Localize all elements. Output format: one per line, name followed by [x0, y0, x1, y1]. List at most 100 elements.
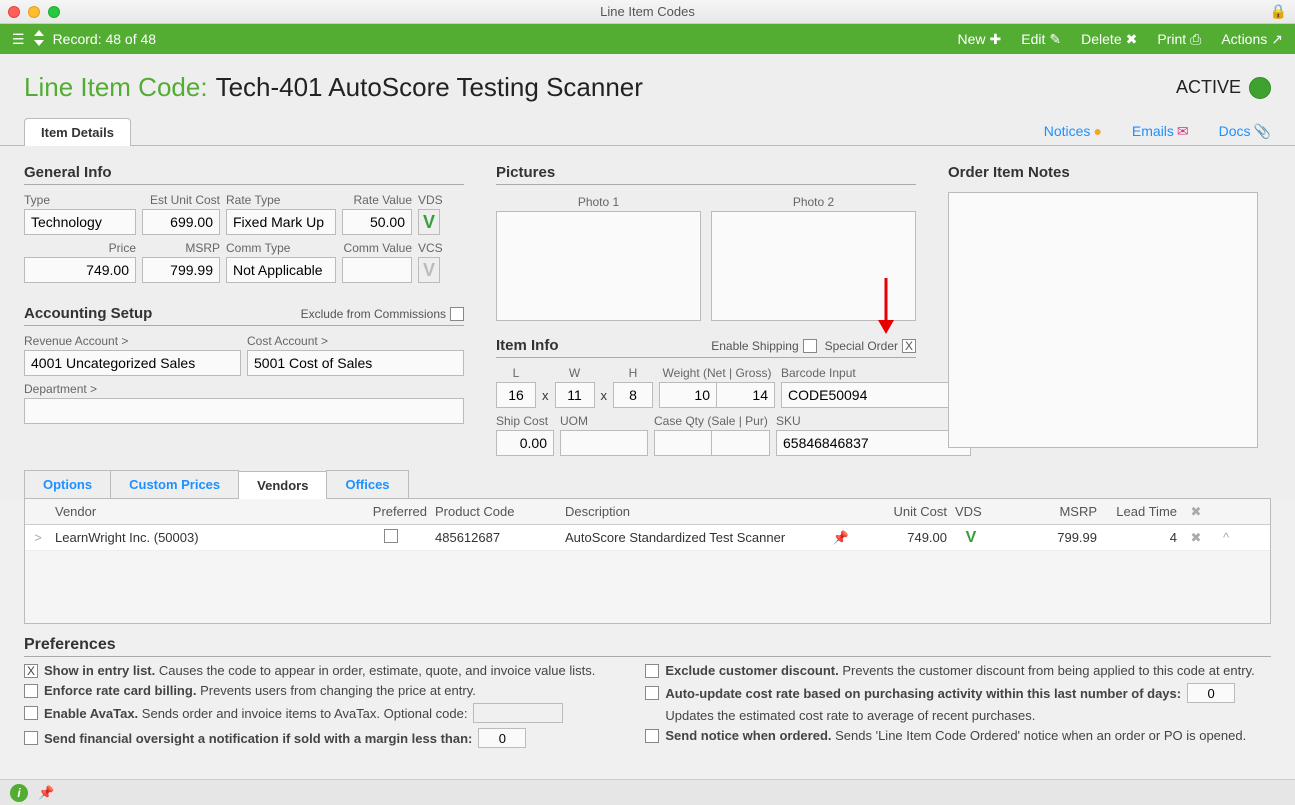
width-input[interactable]: [555, 382, 595, 408]
avatax-bold: Enable AvaTax.: [44, 706, 138, 721]
vendor-table-header: Vendor Preferred Product Code Descriptio…: [25, 499, 1270, 525]
exclude-discount-checkbox[interactable]: [645, 664, 659, 678]
revenue-account-input[interactable]: [24, 350, 241, 376]
sku-input[interactable]: [776, 430, 971, 456]
vcs-indicator[interactable]: V: [418, 257, 440, 283]
enable-shipping-label: Enable Shipping: [711, 339, 798, 353]
close-window-button[interactable]: [8, 6, 20, 18]
show-entry-checkbox[interactable]: X: [24, 664, 38, 678]
subtab-custom-prices[interactable]: Custom Prices: [110, 470, 239, 498]
exclude-bold: Exclude customer discount.: [665, 663, 838, 678]
type-input[interactable]: [24, 209, 136, 235]
edit-button[interactable]: Edit ✎: [1021, 31, 1061, 48]
preferences-heading: Preferences: [24, 636, 1271, 657]
label-cost: Cost Account >: [247, 334, 464, 348]
info-icon[interactable]: i: [10, 784, 28, 802]
toolbar: ☰ Record: 48 of 48 New ✚ Edit ✎ Delete ✖…: [0, 24, 1295, 54]
menu-icon[interactable]: ☰: [12, 31, 25, 48]
zoom-window-button[interactable]: [48, 6, 60, 18]
department-input[interactable]: [24, 398, 464, 424]
est-cost-input[interactable]: [142, 209, 220, 235]
pin-icon[interactable]: 📌: [821, 530, 861, 546]
col-product-code: Product Code: [431, 504, 561, 519]
uom-input[interactable]: [560, 430, 648, 456]
label-comm-value: Comm Value: [342, 241, 412, 255]
avatax-code-input[interactable]: [473, 703, 563, 723]
label-msrp: MSRP: [142, 241, 220, 255]
delete-column-icon: ✖: [1181, 504, 1211, 520]
subtab-vendors[interactable]: Vendors: [238, 471, 327, 499]
page-title-label: Line Item Code:: [24, 72, 208, 103]
special-order-checkbox[interactable]: X: [902, 339, 916, 353]
label-revenue: Revenue Account >: [24, 334, 241, 348]
msrp-input[interactable]: [142, 257, 220, 283]
col-unit-cost: Unit Cost: [861, 504, 951, 519]
label-comm-type: Comm Type: [226, 241, 336, 255]
pin-bottom-icon[interactable]: 📌: [38, 785, 54, 801]
vds-indicator[interactable]: V: [418, 209, 440, 235]
cost-account-input[interactable]: [247, 350, 464, 376]
comm-value-input[interactable]: [342, 257, 412, 283]
enable-shipping-checkbox[interactable]: [803, 339, 817, 353]
rate-value-input[interactable]: [342, 209, 412, 235]
price-input[interactable]: [24, 257, 136, 283]
link-docs[interactable]: Docs 📎: [1219, 123, 1271, 140]
case-pur-input[interactable]: [712, 430, 770, 456]
product-code-cell: 485612687: [431, 530, 561, 545]
titlebar: Line Item Codes 🔒: [0, 0, 1295, 24]
show-entry-desc: Causes the code to appear in order, esti…: [159, 663, 595, 678]
auto-bold: Auto-update cost rate based on purchasin…: [665, 686, 1181, 701]
vendor-cell: LearnWright Inc. (50003): [51, 530, 351, 545]
tab-strip: Item Details Notices ● Emails ✉ Docs 📎: [0, 117, 1295, 146]
special-order-label: Special Order: [825, 339, 898, 353]
avatax-checkbox[interactable]: [24, 706, 38, 720]
tab-item-details[interactable]: Item Details: [24, 118, 131, 146]
col-vendor: Vendor: [51, 504, 351, 519]
label-est-cost: Est Unit Cost: [142, 193, 220, 207]
comm-type-input[interactable]: [226, 257, 336, 283]
preferred-checkbox[interactable]: [384, 529, 398, 543]
ship-cost-input[interactable]: [496, 430, 554, 456]
photo1-box[interactable]: [496, 211, 701, 321]
col-vds: VDS: [951, 504, 991, 519]
delete-button[interactable]: Delete ✖: [1081, 31, 1137, 48]
print-button[interactable]: Print ⎙: [1157, 31, 1201, 48]
length-input[interactable]: [496, 382, 536, 408]
photo2-label: Photo 2: [711, 193, 916, 211]
vendor-table: Vendor Preferred Product Code Descriptio…: [24, 499, 1271, 624]
item-info-heading-row: Item Info Enable Shipping Special OrderX: [496, 337, 916, 358]
weight-net-input[interactable]: [659, 382, 717, 408]
notes-textarea[interactable]: [948, 192, 1258, 448]
plus-icon: ✚: [990, 31, 1002, 48]
subtab-options[interactable]: Options: [24, 470, 111, 498]
sort-up-icon[interactable]: ^: [1211, 530, 1241, 545]
subtab-offices[interactable]: Offices: [326, 470, 408, 498]
weight-gross-input[interactable]: [717, 382, 775, 408]
nav-arrows[interactable]: [33, 28, 45, 51]
expand-row-icon[interactable]: >: [25, 530, 51, 545]
vendor-row[interactable]: > LearnWright Inc. (50003) 485612687 Aut…: [25, 525, 1270, 551]
auto-days-input[interactable]: [1187, 683, 1235, 703]
margin-input[interactable]: [478, 728, 526, 748]
x-sep1: x: [542, 388, 549, 408]
height-input[interactable]: [613, 382, 653, 408]
barcode-input[interactable]: [781, 382, 976, 408]
notice-checkbox[interactable]: [645, 729, 659, 743]
link-notices[interactable]: Notices ●: [1044, 123, 1102, 140]
status-badge: ACTIVE: [1176, 77, 1271, 99]
rate-type-input[interactable]: [226, 209, 336, 235]
delete-row-icon[interactable]: ✖: [1181, 530, 1211, 546]
enforce-checkbox[interactable]: [24, 684, 38, 698]
case-sale-input[interactable]: [654, 430, 712, 456]
minimize-window-button[interactable]: [28, 6, 40, 18]
status-dot-icon: [1249, 77, 1271, 99]
margin-checkbox[interactable]: [24, 731, 38, 745]
link-emails[interactable]: Emails ✉: [1132, 123, 1189, 140]
col-lead-time: Lead Time: [1101, 504, 1181, 519]
label-ship-cost: Ship Cost: [496, 414, 554, 428]
new-button[interactable]: New ✚: [958, 31, 1002, 48]
actions-button[interactable]: Actions ↗: [1221, 31, 1283, 48]
annotation-arrow: [876, 278, 896, 334]
exclude-commissions-checkbox[interactable]: [450, 307, 464, 321]
auto-update-checkbox[interactable]: [645, 686, 659, 700]
